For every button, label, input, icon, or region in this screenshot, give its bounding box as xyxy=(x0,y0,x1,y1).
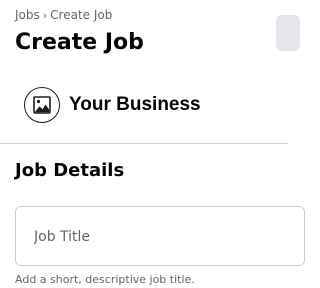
section-divider xyxy=(0,143,288,144)
breadcrumb: Jobs › Create Job xyxy=(15,8,112,22)
image-placeholder-icon xyxy=(33,96,51,114)
breadcrumb-jobs-link[interactable]: Jobs xyxy=(15,8,40,22)
header-action-button[interactable] xyxy=(276,15,300,51)
job-title-field[interactable] xyxy=(15,206,305,266)
create-job-page: Jobs › Create Job Create Job Your Busine… xyxy=(0,0,305,288)
breadcrumb-current: Create Job xyxy=(50,8,113,22)
breadcrumb-separator: › xyxy=(42,8,48,22)
business-selector[interactable]: Your Business xyxy=(24,87,201,123)
job-title-input[interactable] xyxy=(34,225,274,249)
business-name: Your Business xyxy=(69,94,201,115)
job-title-helper-text: Add a short, descriptive job title. xyxy=(15,273,195,286)
job-details-heading: Job Details xyxy=(15,160,125,181)
business-avatar xyxy=(24,87,60,123)
page-title: Create Job xyxy=(15,30,144,55)
